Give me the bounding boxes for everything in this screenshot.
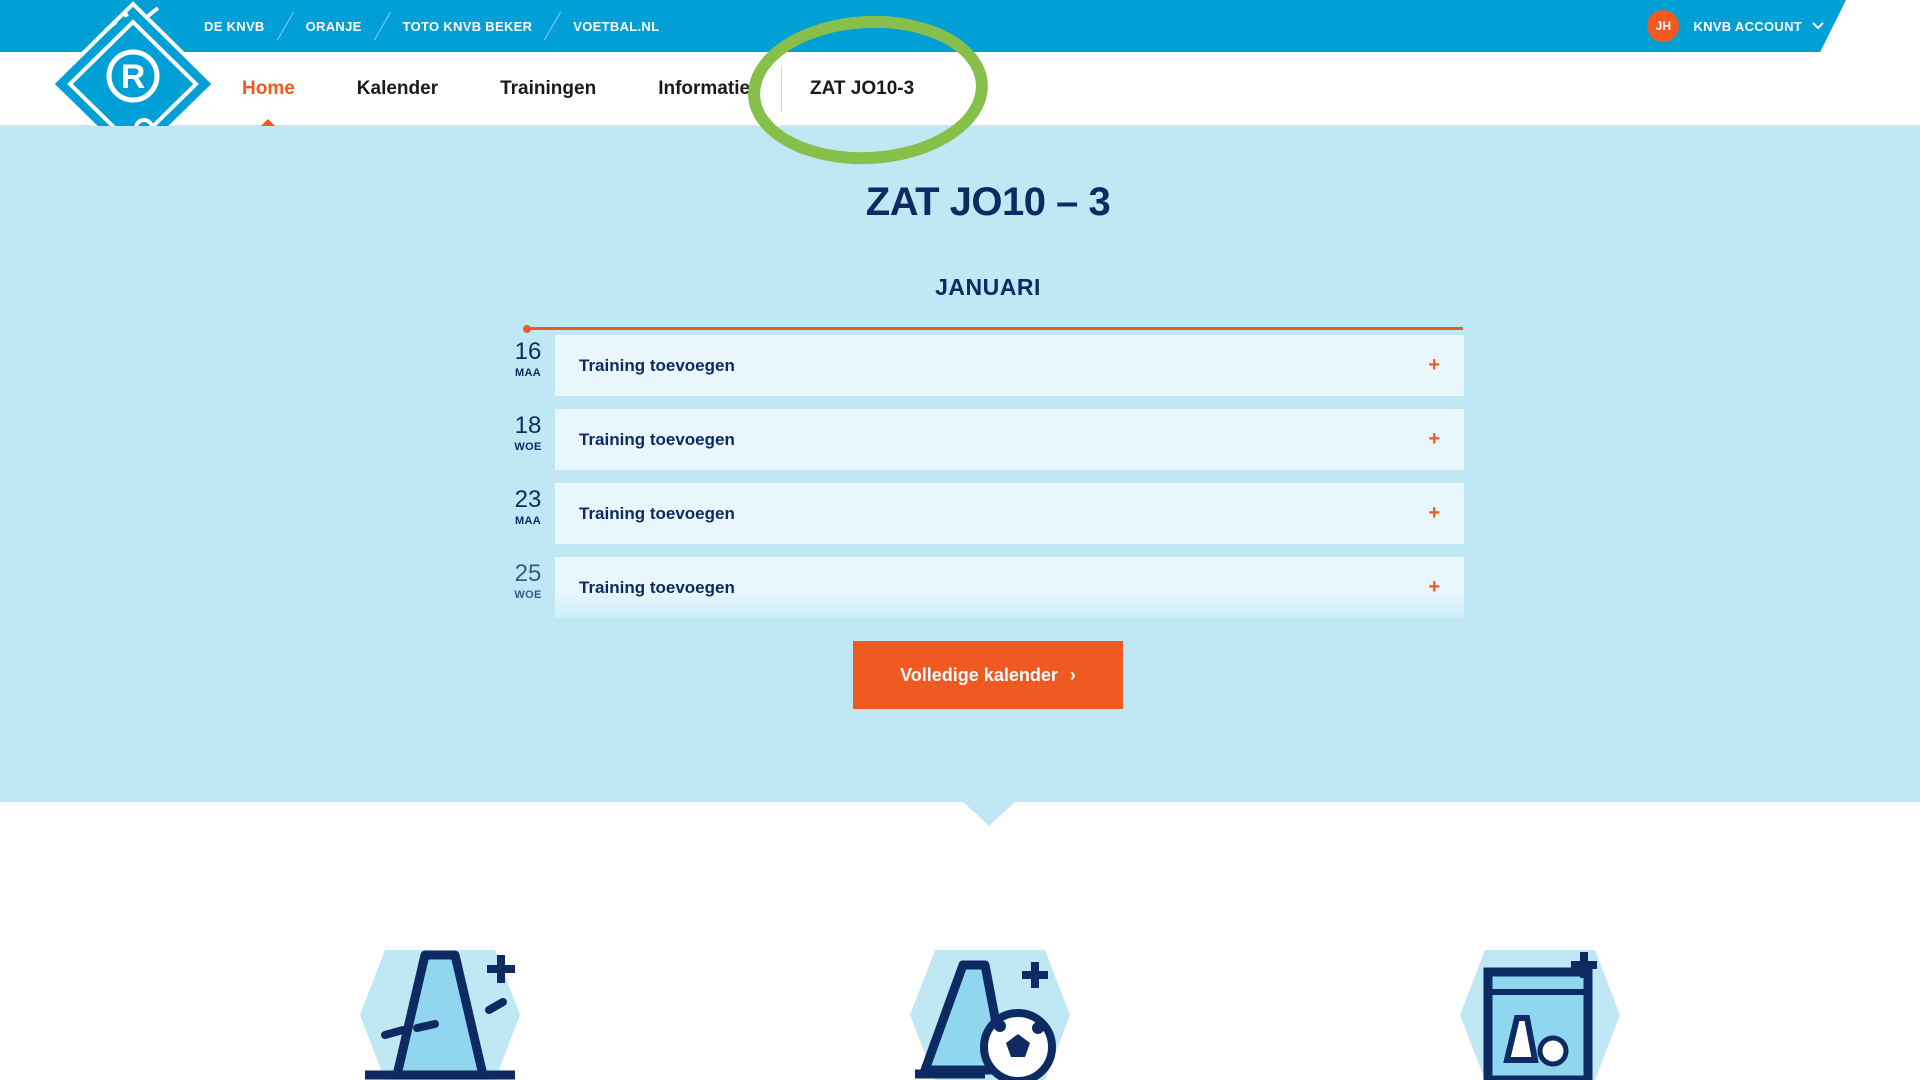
add-training-label: Training toevoegen <box>579 355 735 375</box>
plus-icon: + <box>1428 354 1440 376</box>
toplink-voetbal-nl[interactable]: VOETBAL.NL <box>573 19 659 34</box>
add-training-button[interactable]: Training toevoegen + <box>555 483 1464 544</box>
date-label: 25 WOE <box>506 560 550 602</box>
page-title: ZAT JO10 – 3 <box>865 180 1111 224</box>
plus-icon: + <box>1428 428 1440 450</box>
add-training-label: Training toevoegen <box>579 577 735 597</box>
account-menu[interactable]: JH KNVB ACCOUNT <box>1647 0 1824 52</box>
date-weekday: WOE <box>514 589 542 601</box>
section-pointer <box>963 802 1015 826</box>
date-number: 18 <box>514 412 542 439</box>
list-item: 16 MAA Training toevoegen + <box>506 335 1464 399</box>
account-label: KNVB ACCOUNT <box>1693 18 1802 34</box>
full-calendar-button[interactable]: Volledige kalender › <box>853 641 1123 709</box>
month-heading: JANUARI <box>935 274 1041 300</box>
nav-kalender[interactable]: Kalender <box>357 52 438 126</box>
add-training-button[interactable]: Training toevoegen + <box>555 409 1464 470</box>
date-number: 25 <box>514 560 542 587</box>
training-list: 16 MAA Training toevoegen + 18 WOE Train… <box>506 335 1464 631</box>
plus-icon: + <box>1428 576 1440 598</box>
cone-plus-icon[interactable] <box>355 950 525 1080</box>
date-weekday: WOE <box>514 441 542 453</box>
list-item: 25 WOE Training toevoegen + <box>506 557 1464 621</box>
list-item: 23 MAA Training toevoegen + <box>506 483 1464 547</box>
date-label: 16 MAA <box>506 338 550 380</box>
avatar: JH <box>1647 10 1680 42</box>
toplink-toto-knvb-beker[interactable]: TOTO KNVB BEKER <box>403 19 533 34</box>
svg-text:R: R <box>121 58 146 96</box>
add-training-button[interactable]: Training toevoegen + <box>555 335 1464 396</box>
add-training-label: Training toevoegen <box>579 503 735 523</box>
top-link-separator <box>544 12 562 40</box>
nav-home[interactable]: Home <box>242 52 295 127</box>
list-item: 18 WOE Training toevoegen + <box>506 409 1464 473</box>
date-number: 16 <box>514 338 542 365</box>
add-training-label: Training toevoegen <box>579 429 735 449</box>
date-weekday: MAA <box>515 515 541 527</box>
date-number: 23 <box>514 486 542 513</box>
cone-ball-plus-icon[interactable] <box>905 950 1075 1080</box>
add-training-button[interactable]: Training toevoegen + <box>555 557 1464 618</box>
chevron-down-icon <box>1812 19 1824 33</box>
full-calendar-label: Volledige kalender <box>900 664 1058 685</box>
date-label: 18 WOE <box>506 412 550 454</box>
toplink-oranje[interactable]: ORANJE <box>306 19 362 34</box>
plus-icon: + <box>1428 502 1440 524</box>
nav-trainingen[interactable]: Trainingen <box>500 52 596 126</box>
chevron-right-icon: › <box>1069 664 1076 685</box>
nav-informatie[interactable]: Informatie <box>658 52 750 126</box>
board-plus-icon[interactable] <box>1455 950 1625 1080</box>
top-link-separator <box>276 12 294 40</box>
date-label: 23 MAA <box>506 486 550 528</box>
top-links: DE KNVB ORANJE TOTO KNVB BEKER VOETBAL.N… <box>204 0 659 52</box>
timeline-line <box>523 324 1463 333</box>
top-link-separator <box>373 12 391 40</box>
date-weekday: MAA <box>515 367 541 379</box>
